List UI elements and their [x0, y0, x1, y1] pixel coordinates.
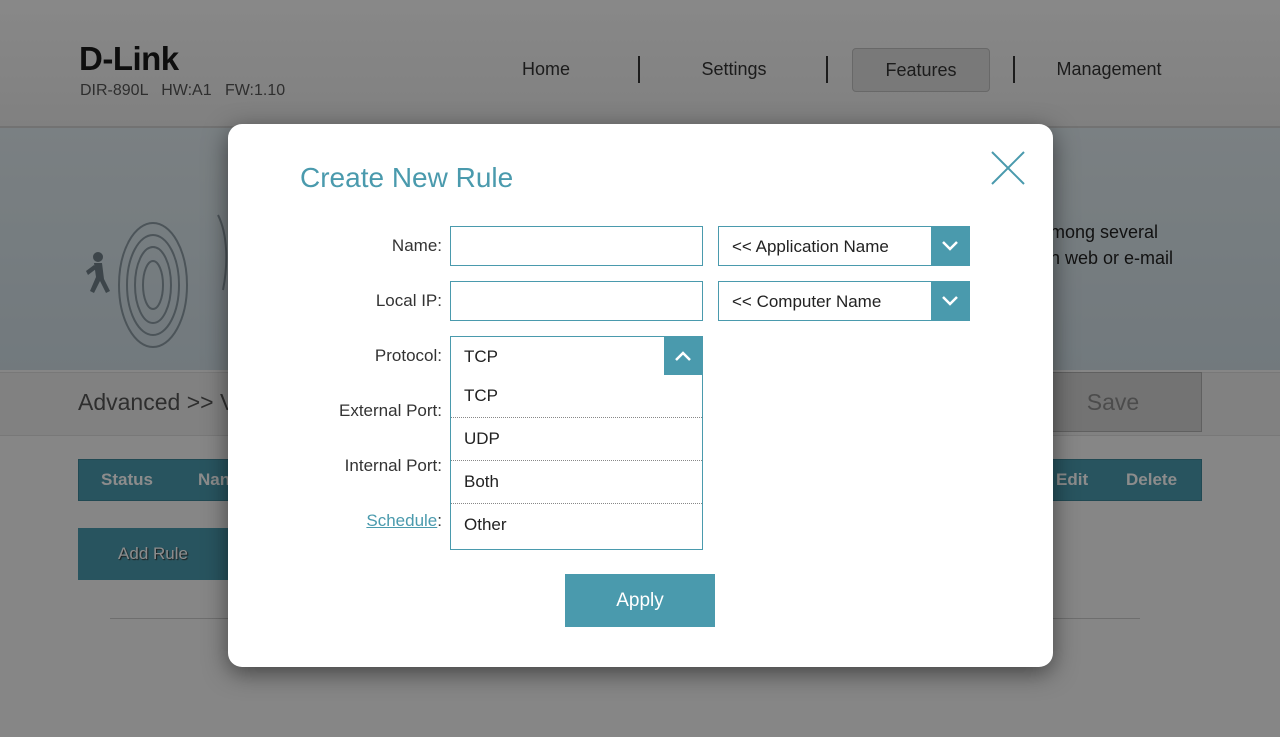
create-rule-modal: Create New Rule Name: << Application Nam…: [228, 124, 1053, 667]
protocol-option-both[interactable]: Both: [451, 461, 702, 504]
local-ip-label: Local IP:: [375, 291, 442, 310]
chevron-up-icon[interactable]: [664, 337, 702, 375]
protocol-option-tcp[interactable]: TCP: [451, 375, 702, 418]
name-label: Name:: [391, 236, 442, 255]
computer-name-select[interactable]: << Computer Name: [718, 281, 970, 321]
internal-port-label: Internal Port:: [344, 456, 442, 475]
schedule-link[interactable]: Schedule: [366, 511, 437, 530]
schedule-label: Schedule:: [366, 511, 442, 530]
external-port-label: External Port:: [339, 401, 442, 420]
name-input[interactable]: [450, 226, 703, 266]
local-ip-input[interactable]: [450, 281, 703, 321]
protocol-selected-value: TCP: [464, 347, 498, 366]
apply-button[interactable]: Apply: [565, 574, 715, 627]
protocol-select[interactable]: TCP: [450, 336, 703, 376]
application-name-select[interactable]: << Application Name: [718, 226, 970, 266]
modal-title: Create New Rule: [300, 162, 514, 193]
close-icon[interactable]: [990, 150, 1026, 186]
protocol-option-other[interactable]: Other: [451, 504, 702, 547]
application-name-value: << Application Name: [732, 237, 889, 256]
protocol-dropdown-list: TCP UDP Both Other: [450, 375, 703, 550]
protocol-option-udp[interactable]: UDP: [451, 418, 702, 461]
chevron-down-icon[interactable]: [931, 227, 969, 265]
protocol-label: Protocol:: [374, 346, 442, 365]
computer-name-value: << Computer Name: [732, 292, 882, 311]
chevron-down-icon[interactable]: [931, 282, 969, 320]
